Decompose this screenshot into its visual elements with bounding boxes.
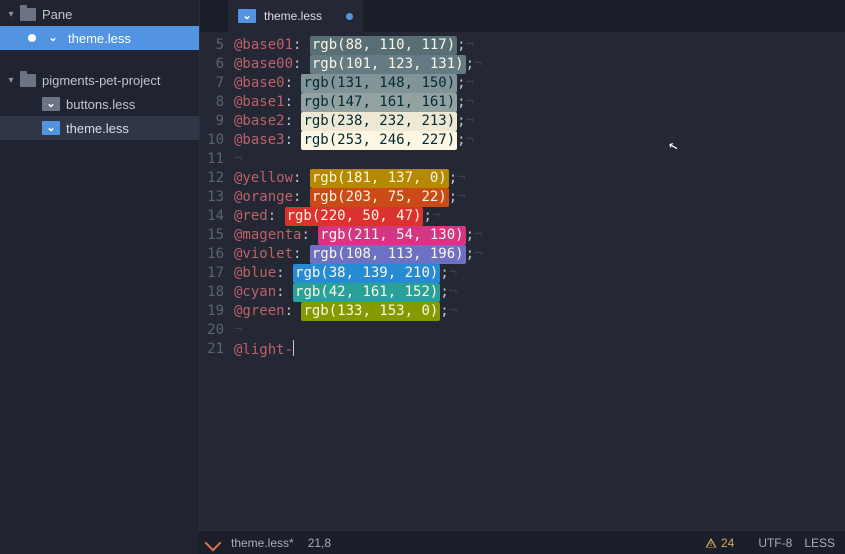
status-encoding[interactable]: UTF-8 — [758, 536, 792, 550]
code-line[interactable]: @blue: rgb(38, 139, 210);¬ — [234, 264, 845, 283]
status-filename[interactable]: theme.less* — [231, 536, 294, 550]
sidebar-section-pane[interactable]: ▾ Pane — [0, 2, 199, 26]
folder-icon — [20, 8, 36, 21]
chevron-down-icon: ▾ — [6, 75, 16, 86]
tab-theme-less[interactable]: theme.less — [228, 0, 363, 32]
status-warnings[interactable]: 24 — [705, 536, 734, 550]
file-tree-item[interactable]: buttons.less — [0, 92, 199, 116]
code-content[interactable]: @base01: rgb(88, 110, 117);¬@base00: rgb… — [230, 32, 845, 530]
warning-count: 24 — [721, 536, 734, 550]
modified-dot-icon — [28, 34, 36, 42]
modified-dot-icon — [346, 13, 353, 20]
pane-open-file[interactable]: theme.less — [0, 26, 199, 50]
code-line[interactable]: @base0: rgb(131, 148, 150);¬ — [234, 74, 845, 93]
pane-label: Pane — [42, 7, 72, 22]
status-cursor-position[interactable]: 21,8 — [308, 536, 331, 550]
status-bar: theme.less* 21,8 24 UTF-8 LESS — [199, 530, 845, 554]
less-file-icon — [42, 121, 60, 135]
sidebar: ▾ Pane theme.less ▾ pigments-pet-project… — [0, 0, 199, 530]
code-line[interactable]: @base01: rgb(88, 110, 117);¬ — [234, 36, 845, 55]
less-file-icon — [44, 31, 62, 45]
code-line[interactable]: @base00: rgb(101, 123, 131);¬ — [234, 55, 845, 74]
file-tree-item[interactable]: theme.less — [0, 116, 199, 140]
code-line[interactable]: @base1: rgb(147, 161, 161);¬ — [234, 93, 845, 112]
less-file-icon — [42, 97, 60, 111]
code-line[interactable]: ¬ — [234, 150, 845, 169]
git-icon[interactable] — [205, 534, 222, 551]
gutter: 56789101112131415161718192021 — [200, 32, 230, 530]
code-line[interactable]: @green: rgb(133, 153, 0);¬ — [234, 302, 845, 321]
code-line[interactable]: @light- — [234, 340, 845, 359]
project-name-label: pigments-pet-project — [42, 73, 161, 88]
code-editor[interactable]: 56789101112131415161718192021 @base01: r… — [200, 32, 845, 530]
warning-icon — [705, 537, 717, 549]
code-line[interactable]: @cyan: rgb(42, 161, 152);¬ — [234, 283, 845, 302]
code-line[interactable]: @base3: rgb(253, 246, 227);¬ — [234, 131, 845, 150]
code-line[interactable]: ¬ — [234, 321, 845, 340]
tab-title: theme.less — [264, 9, 322, 23]
less-file-icon — [238, 9, 256, 23]
code-line[interactable]: @magenta: rgb(211, 54, 130);¬ — [234, 226, 845, 245]
sidebar-project-root[interactable]: ▾ pigments-pet-project — [0, 68, 199, 92]
file-name-label: buttons.less — [66, 97, 135, 112]
tab-bar: theme.less — [200, 0, 845, 32]
code-line[interactable]: @orange: rgb(203, 75, 22);¬ — [234, 188, 845, 207]
code-line[interactable]: @violet: rgb(108, 113, 196);¬ — [234, 245, 845, 264]
chevron-down-icon: ▾ — [6, 9, 16, 20]
status-language[interactable]: LESS — [804, 536, 835, 550]
code-line[interactable]: @yellow: rgb(181, 137, 0);¬ — [234, 169, 845, 188]
file-name-label: theme.less — [66, 121, 129, 136]
pane-open-file-label: theme.less — [68, 31, 131, 46]
folder-icon — [20, 74, 36, 87]
code-line[interactable]: @base2: rgb(238, 232, 213);¬ — [234, 112, 845, 131]
code-line[interactable]: @red: rgb(220, 50, 47);¬ — [234, 207, 845, 226]
